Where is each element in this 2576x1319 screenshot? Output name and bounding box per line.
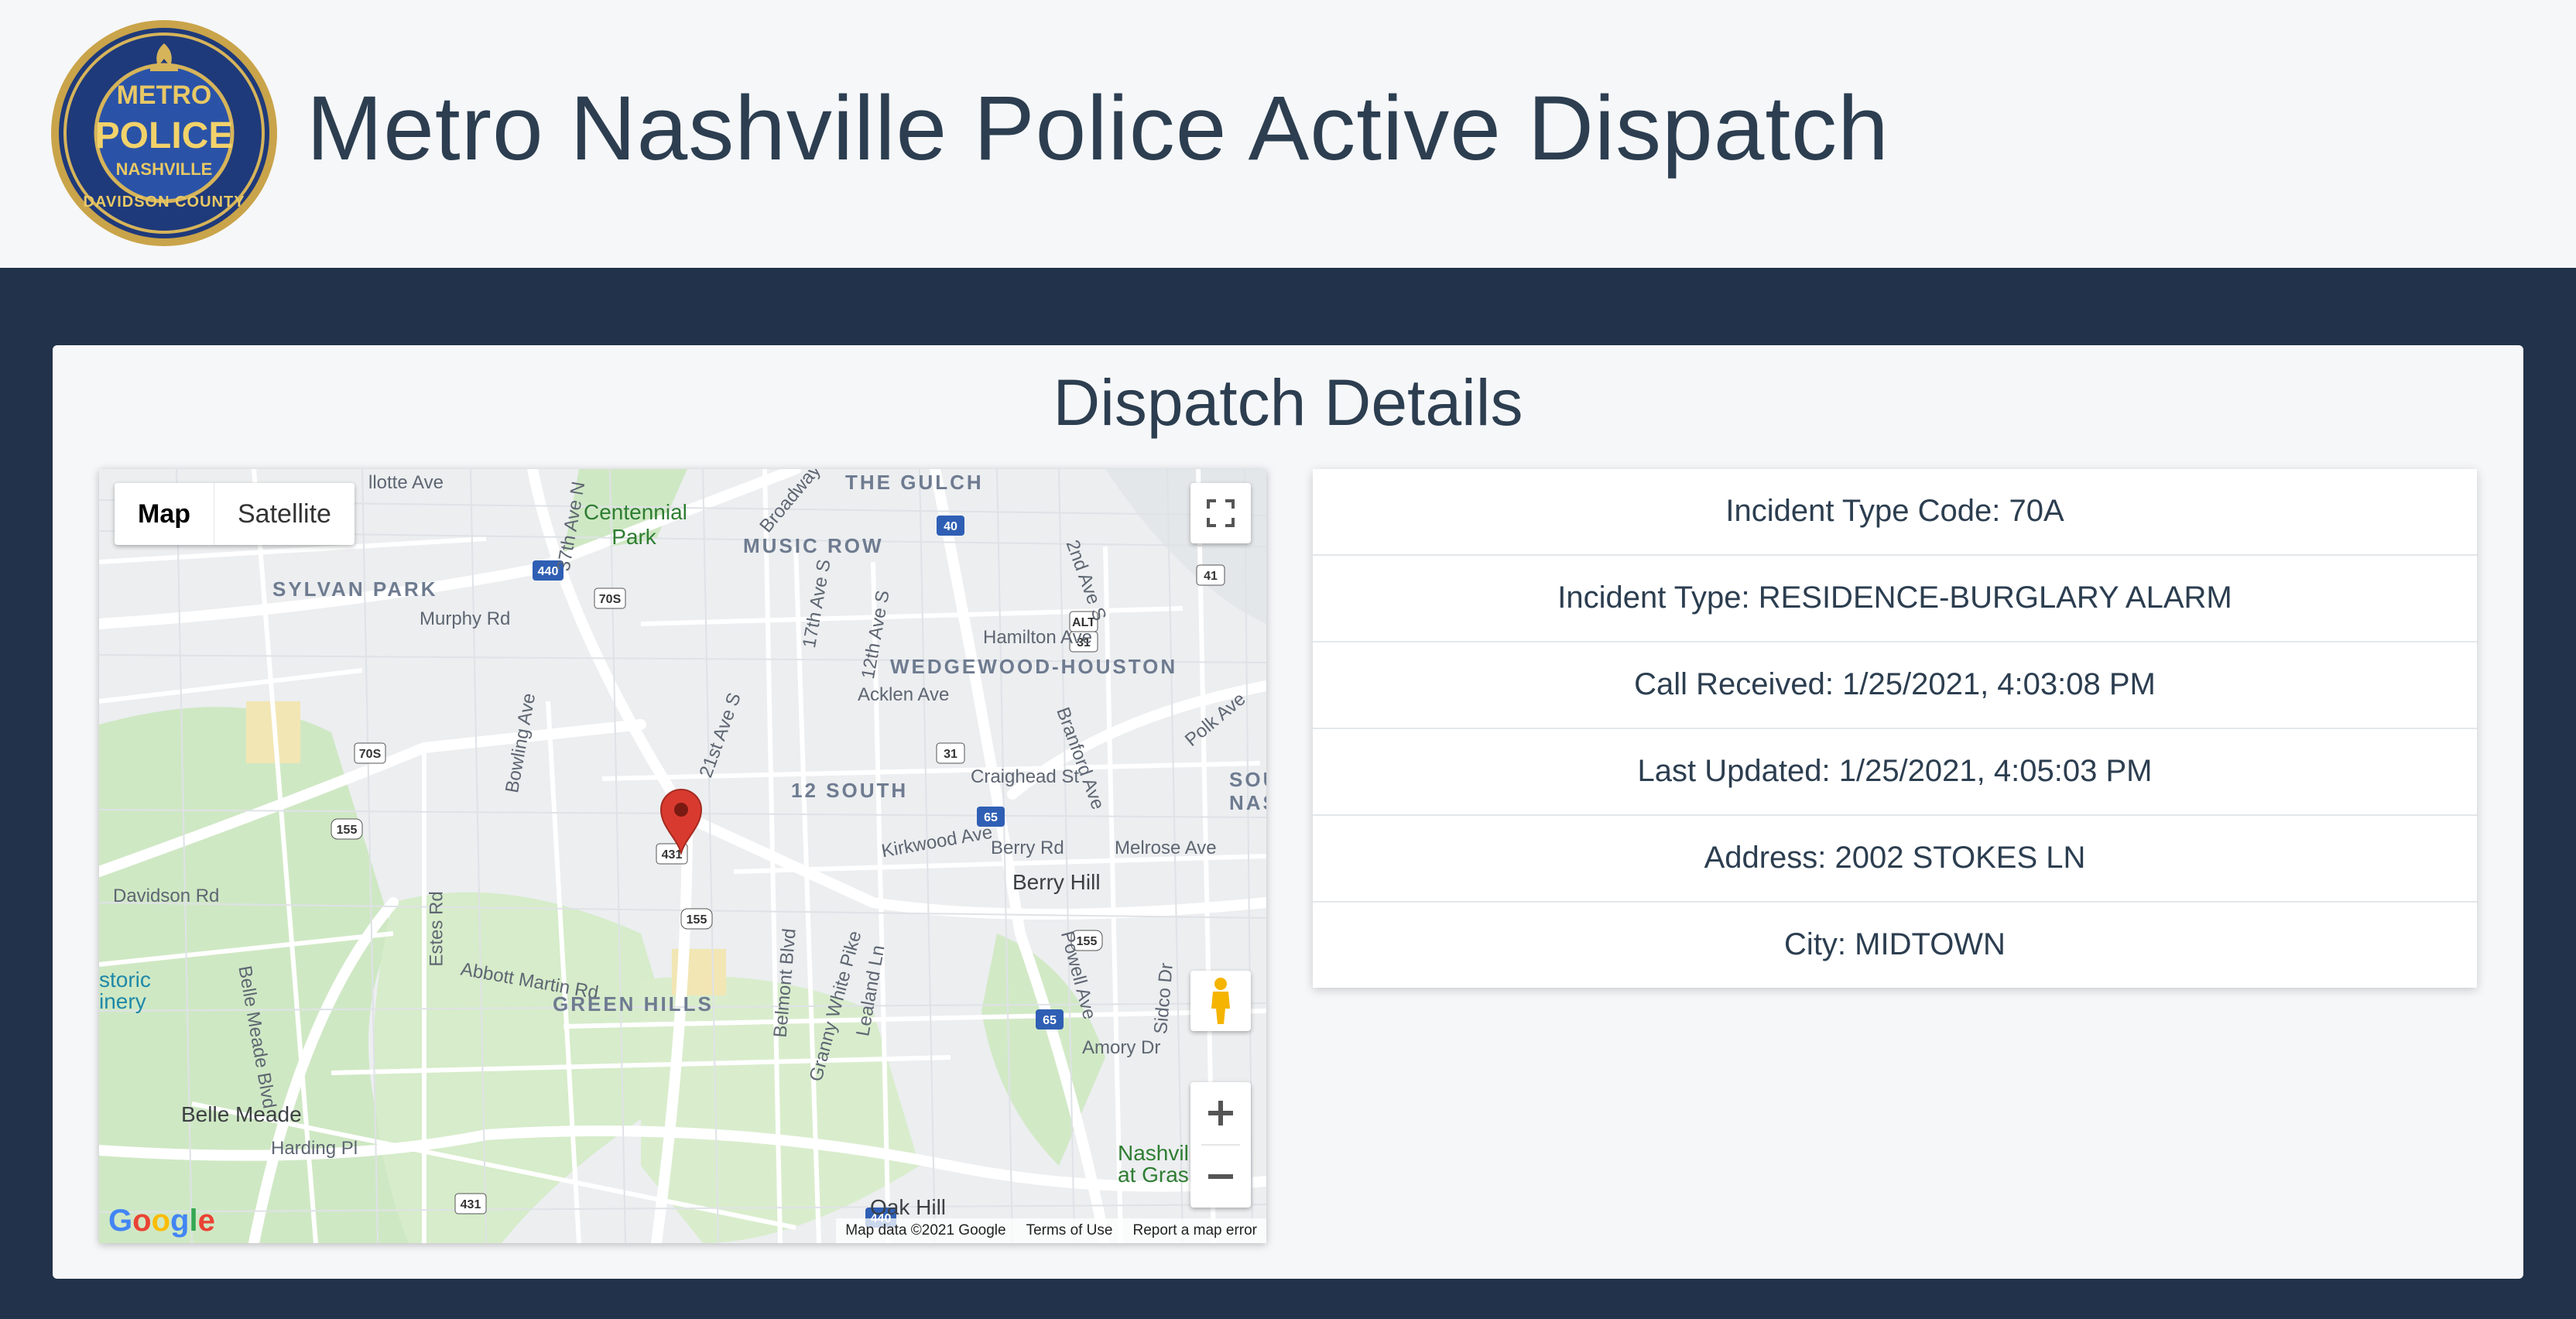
svg-text:155: 155	[687, 913, 707, 927]
map-label: GREEN HILLS	[553, 992, 714, 1016]
minus-icon	[1208, 1174, 1233, 1179]
map-label: Oak Hill	[870, 1195, 947, 1219]
map-label: Melrose Ave	[1115, 838, 1217, 858]
map-label: llotte Ave	[368, 472, 444, 493]
map-pin-icon	[659, 789, 703, 856]
page-title: Metro Nashville Police Active Dispatch	[307, 77, 1889, 180]
map-label: SOU NASH	[1229, 768, 1266, 814]
zoom-in-button[interactable]	[1190, 1082, 1251, 1144]
map-label: Davidson Rd	[113, 886, 220, 906]
city: City: MIDTOWN	[1784, 927, 2006, 961]
zoom-control	[1190, 1082, 1251, 1208]
svg-text:70S: 70S	[599, 593, 622, 606]
map-attribution-bar: Map data ©2021 Google Terms of Use Repor…	[836, 1218, 1266, 1243]
map-label: Nashvil at Gras	[1118, 1141, 1189, 1187]
dispatch-map[interactable]: 440 40 440 65 65 70S 70S 41 ALT 31 31 15…	[99, 469, 1266, 1243]
svg-text:31: 31	[944, 748, 957, 761]
app-header: METRO POLICE NASHVILLE DAVIDSON COUNTY M…	[0, 0, 2576, 268]
badge-text-top: METRO	[116, 81, 212, 110]
badge-text-ring: DAVIDSON COUNTY	[83, 194, 245, 211]
incident-type: Incident Type: RESIDENCE-BURGLARY ALARM	[1313, 556, 2477, 642]
badge-text-main: POLICE	[94, 115, 234, 156]
svg-text:155: 155	[337, 824, 358, 837]
google-logo[interactable]: Google	[108, 1204, 215, 1238]
map-label: Berry Rd	[991, 838, 1064, 858]
map-label: Estes Rd	[426, 891, 447, 967]
svg-text:431: 431	[461, 1198, 481, 1211]
map-label: THE GULCH	[845, 471, 984, 494]
map-label: Hamilton Ave	[983, 627, 1092, 648]
last-updated: Last Updated: 1/25/2021, 4:05:03 PM	[1313, 729, 2477, 816]
map-label: Centennial Park	[584, 500, 687, 549]
map-label: Acklen Ave	[858, 684, 950, 705]
incident-type-code: Incident Type Code: 70A	[1313, 469, 2477, 556]
card-title: Dispatch Details	[1053, 366, 1523, 439]
map-label: Harding Pl	[271, 1138, 358, 1159]
svg-text:65: 65	[1043, 1014, 1057, 1027]
map-label: MUSIC ROW	[743, 534, 884, 557]
badge-text-sub: NASHVILLE	[115, 159, 213, 179]
fullscreen-button[interactable]	[1190, 483, 1251, 543]
map-label: Amory Dr	[1082, 1037, 1161, 1058]
map-label: SYLVAN PARK	[272, 577, 438, 601]
map-label: Berry Hill	[1012, 870, 1101, 894]
terms-of-use-link[interactable]: Terms of Use	[1026, 1218, 1113, 1243]
map-data-attribution: Map data ©2021 Google	[845, 1222, 1006, 1238]
dispatch-details-list: Incident Type Code: 70A Incident Type: R…	[1313, 469, 2477, 988]
fullscreen-icon	[1207, 499, 1235, 527]
police-badge-logo: METRO POLICE NASHVILLE DAVIDSON COUNTY	[48, 17, 280, 249]
map-type-satellite-button[interactable]: Satellite	[214, 483, 355, 545]
map-label: Belle Meade	[181, 1102, 302, 1126]
call-received: Call Received: 1/25/2021, 4:03:08 PM	[1313, 642, 2477, 729]
map-label: storic inery	[99, 968, 151, 1013]
plus-icon	[1208, 1101, 1233, 1125]
street-view-button[interactable]	[1190, 971, 1251, 1031]
svg-text:40: 40	[944, 520, 957, 533]
map-label: WEDGEWOOD-HOUSTON	[890, 655, 1178, 678]
map-type-control: Map Satellite	[115, 483, 355, 545]
incident-location-pin[interactable]	[659, 788, 703, 858]
map-label: Murphy Rd	[420, 608, 511, 629]
zoom-out-button[interactable]	[1190, 1146, 1251, 1208]
map-label: Craighead St	[971, 766, 1080, 787]
svg-text:70S: 70S	[359, 748, 382, 761]
map-label: 12 SOUTH	[791, 779, 909, 802]
report-map-error-link[interactable]: Report a map error	[1132, 1218, 1257, 1243]
pegman-icon	[1211, 978, 1230, 1024]
map-type-map-button[interactable]: Map	[115, 483, 214, 545]
svg-text:41: 41	[1204, 570, 1218, 583]
address: Address: 2002 STOKES LN	[1313, 816, 2477, 903]
